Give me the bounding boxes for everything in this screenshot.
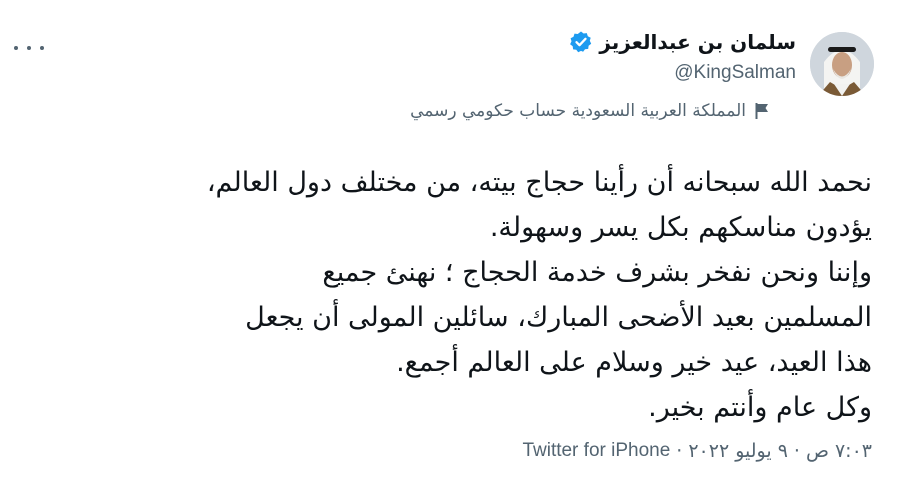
tweet-text: نحمد الله سبحانه أن رأينا حجاج بيته، من …: [27, 160, 872, 430]
government-label-row: المملكة العربية السعودية حساب حكومي رسمي: [410, 101, 770, 121]
tweet-time[interactable]: ٧:٠٣ ص: [806, 440, 872, 462]
tweet-date[interactable]: ٩ يوليو ٢٠٢٢: [688, 440, 788, 462]
tweet-meta: ٧:٠٣ ص · ٩ يوليو ٢٠٢٢ · Twitter for iPho…: [522, 440, 872, 462]
more-dot: [40, 46, 44, 50]
tweet-line: يؤدون مناسكهم بكل يسر وسهولة.: [489, 212, 872, 243]
display-name[interactable]: سلمان بن عبدالعزيز: [599, 30, 796, 54]
more-options-button[interactable]: [14, 36, 44, 60]
tweet-line: وكل عام وأنتم بخير.: [648, 392, 872, 423]
tweet-line: المسلمين بعيد الأضحى المبارك، سائلين الم…: [245, 302, 872, 333]
user-handle[interactable]: @KingSalman: [569, 62, 796, 84]
tweet-line: هذا العيد، عيد خير وسلام على العالم أجمع…: [396, 347, 872, 378]
meta-separator: ·: [676, 440, 683, 462]
avatar[interactable]: [810, 32, 874, 96]
more-dot: [27, 46, 31, 50]
verified-badge-icon: [569, 30, 593, 54]
avatar-image: [810, 32, 874, 96]
name-row: سلمان بن عبدالعزيز: [569, 30, 796, 54]
more-dot: [14, 46, 18, 50]
tweet-line: نحمد الله سبحانه أن رأينا حجاج بيته، من …: [206, 167, 872, 198]
tweet-card: سلمان بن عبدالعزيز @KingSalman المملكة ا…: [0, 0, 900, 487]
government-account-label[interactable]: المملكة العربية السعودية حساب حكومي رسمي: [410, 101, 746, 121]
meta-separator: ·: [793, 440, 800, 462]
tweet-line: وإننا ونحن نفخر بشرف خدمة الحجاج ؛ نهنئ …: [322, 257, 872, 288]
government-flag-icon: [754, 102, 770, 120]
tweet-source-link[interactable]: Twitter for iPhone: [522, 440, 670, 462]
user-identity: سلمان بن عبدالعزيز @KingSalman: [569, 30, 796, 84]
